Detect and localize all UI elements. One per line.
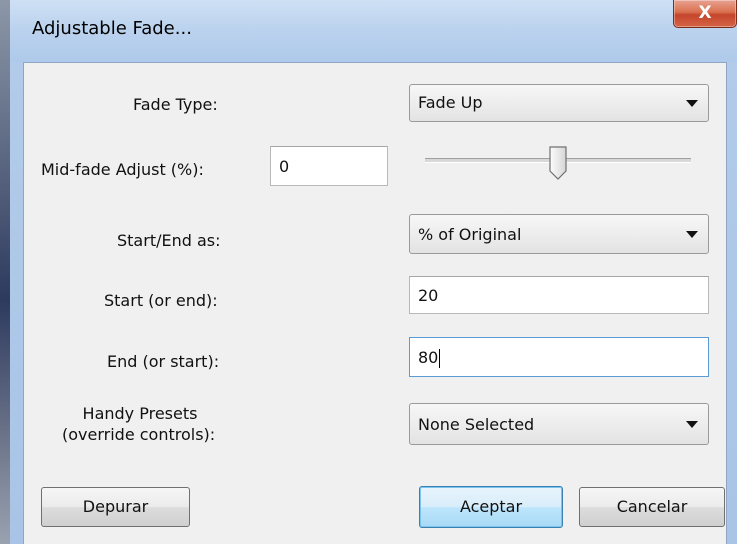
- chevron-down-icon: [686, 100, 698, 107]
- ok-button[interactable]: Aceptar: [419, 486, 563, 528]
- chevron-down-icon: [686, 421, 698, 428]
- start-end-as-value: % of Original: [418, 225, 522, 244]
- chevron-down-icon: [686, 231, 698, 238]
- fade-type-select[interactable]: Fade Up: [409, 84, 709, 122]
- presets-label-line2: (override controls):: [62, 425, 216, 444]
- presets-label-line1: Handy Presets: [82, 404, 198, 423]
- start-end-as-label: Start/End as:: [117, 231, 221, 250]
- title-bar[interactable]: Adjustable Fade... X: [10, 0, 737, 62]
- debug-button[interactable]: Depurar: [41, 487, 190, 527]
- desktop-background: [0, 0, 10, 544]
- close-button[interactable]: X: [673, 0, 737, 28]
- cancel-button[interactable]: Cancelar: [579, 487, 725, 527]
- close-icon: X: [698, 3, 712, 23]
- start-input[interactable]: 20: [409, 276, 709, 314]
- end-value: 80: [418, 348, 439, 367]
- text-caret: [439, 349, 441, 368]
- end-input[interactable]: 80: [409, 337, 709, 377]
- window-frame-right: [727, 62, 737, 544]
- fade-type-label: Fade Type:: [133, 95, 218, 114]
- mid-fade-input[interactable]: 0: [270, 146, 388, 186]
- start-end-as-select[interactable]: % of Original: [409, 214, 709, 254]
- window-title: Adjustable Fade...: [32, 18, 192, 39]
- mid-fade-label: Mid-fade Adjust (%):: [41, 160, 204, 179]
- presets-select[interactable]: None Selected: [409, 403, 709, 445]
- mid-fade-value: 0: [279, 157, 290, 176]
- start-value: 20: [418, 286, 439, 305]
- fade-type-value: Fade Up: [418, 93, 483, 112]
- end-label: End (or start):: [107, 352, 220, 371]
- start-label: Start (or end):: [104, 291, 218, 310]
- presets-value: None Selected: [418, 415, 535, 434]
- window-frame-left: [10, 62, 23, 544]
- mid-fade-slider-thumb[interactable]: [548, 145, 568, 181]
